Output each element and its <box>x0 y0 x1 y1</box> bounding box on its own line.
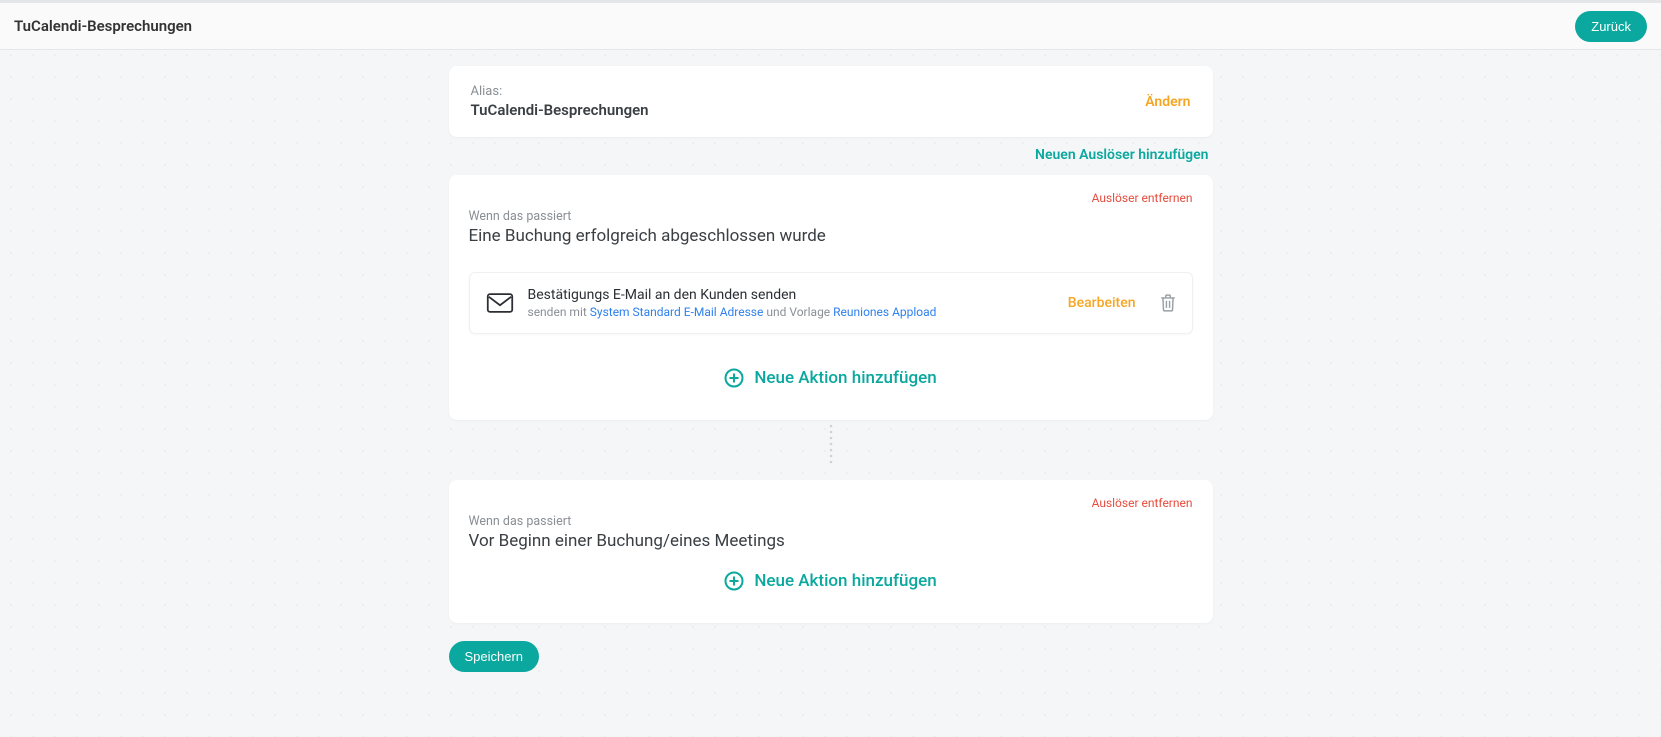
when-label: Wenn das passiert <box>469 209 1193 224</box>
action-sub-mid: und Vorlage <box>763 305 833 319</box>
alias-text-block: Alias: TuCalendi-Besprechungen <box>471 84 649 119</box>
alias-label: Alias: <box>471 84 649 99</box>
add-action-label: Neue Aktion hinzufügen <box>754 368 936 388</box>
remove-trigger-link[interactable]: Auslöser entfernen <box>1092 191 1193 205</box>
trigger-card: Auslöser entfernen Wenn das passiert Ein… <box>449 175 1213 420</box>
remove-trigger-row: Auslöser entfernen <box>469 496 1193 510</box>
plus-circle-icon <box>724 571 744 591</box>
action-title: Bestätigungs E-Mail an den Kunden senden <box>528 287 1054 303</box>
action-item: Bestätigungs E-Mail an den Kunden senden… <box>469 272 1193 334</box>
page-content: Alias: TuCalendi-Besprechungen Ändern Ne… <box>441 66 1221 672</box>
envelope-icon <box>486 293 514 313</box>
change-alias-link[interactable]: Ändern <box>1145 94 1190 110</box>
top-bar: TuCalendi-Besprechungen Zurück <box>0 0 1661 50</box>
trash-icon[interactable] <box>1160 294 1176 312</box>
remove-trigger-link[interactable]: Auslöser entfernen <box>1092 496 1193 510</box>
add-trigger-link[interactable]: Neuen Auslöser hinzufügen <box>1035 147 1208 163</box>
when-label: Wenn das passiert <box>469 514 1193 529</box>
alias-card: Alias: TuCalendi-Besprechungen Ändern <box>449 66 1213 137</box>
save-row: Speichern <box>449 641 1213 672</box>
remove-trigger-row: Auslöser entfernen <box>469 191 1193 205</box>
alias-value: TuCalendi-Besprechungen <box>471 101 649 119</box>
save-button[interactable]: Speichern <box>449 641 540 672</box>
edit-action-link[interactable]: Bearbeiten <box>1068 295 1136 311</box>
action-sub-link-template[interactable]: Reuniones Appload <box>833 305 936 319</box>
add-trigger-row: Neuen Auslöser hinzufügen <box>449 137 1213 163</box>
vertical-connector <box>449 420 1213 468</box>
action-subtitle: senden mit System Standard E-Mail Adress… <box>528 305 1054 319</box>
action-text: Bestätigungs E-Mail an den Kunden senden… <box>528 287 1054 319</box>
when-title: Vor Beginn einer Buchung/eines Meetings <box>469 531 1193 551</box>
add-action-button[interactable]: Neue Aktion hinzufügen <box>469 334 1193 398</box>
add-action-label: Neue Aktion hinzufügen <box>754 571 936 591</box>
page-title: TuCalendi-Besprechungen <box>14 17 192 35</box>
trigger-card: Auslöser entfernen Wenn das passiert Vor… <box>449 480 1213 623</box>
action-sub-link-sender[interactable]: System Standard E-Mail Adresse <box>590 305 764 319</box>
plus-circle-icon <box>724 368 744 388</box>
add-action-button[interactable]: Neue Aktion hinzufügen <box>469 551 1193 601</box>
when-title: Eine Buchung erfolgreich abgeschlossen w… <box>469 226 1193 246</box>
back-button[interactable]: Zurück <box>1575 11 1647 42</box>
action-sub-prefix: senden mit <box>528 305 590 319</box>
